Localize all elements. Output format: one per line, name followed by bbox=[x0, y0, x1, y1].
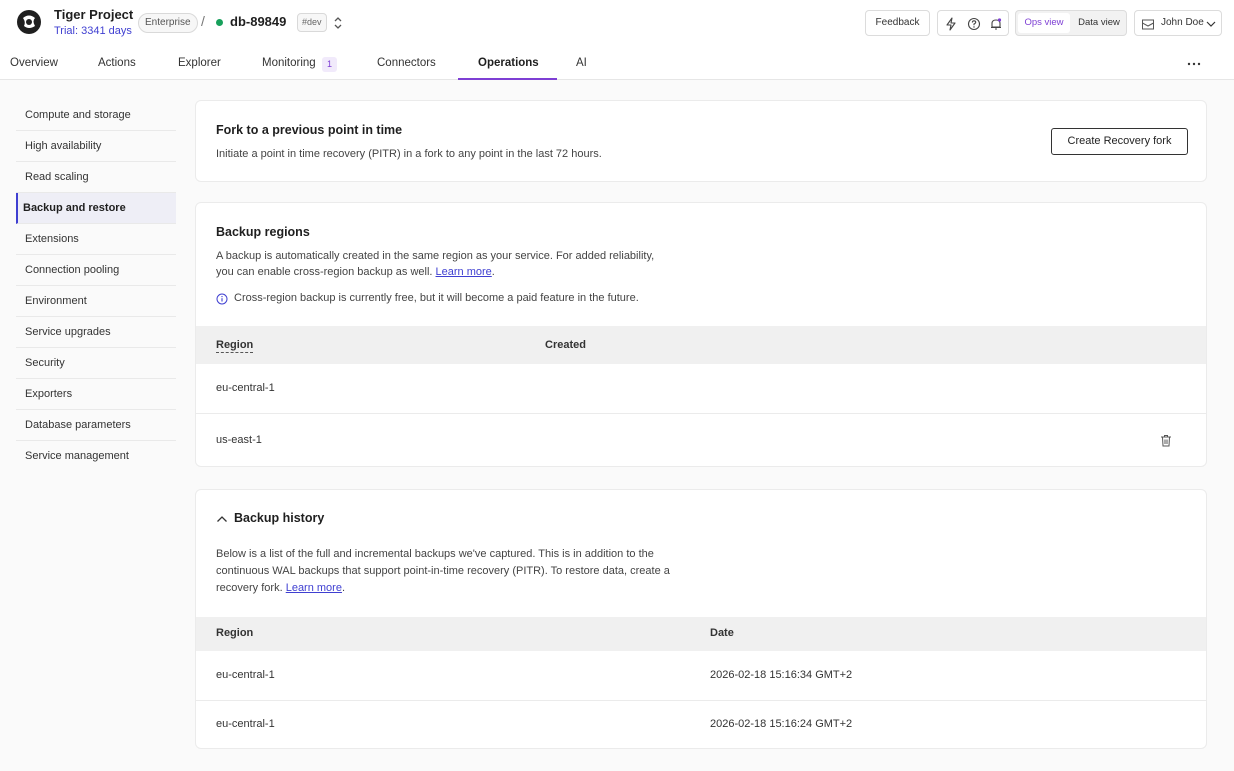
delete-region-trash-icon[interactable] bbox=[1160, 434, 1172, 447]
feedback-button[interactable]: Feedback bbox=[865, 10, 930, 36]
sidebar-item-service-management[interactable]: Service management bbox=[16, 441, 176, 472]
tab-actions[interactable]: Actions bbox=[98, 57, 136, 69]
row-region: eu-central-1 bbox=[216, 382, 275, 394]
sidebar-item-high-availability[interactable]: High availability bbox=[16, 131, 176, 162]
row-date: 2026-02-18 15:16:24 GMT+2 bbox=[710, 718, 853, 730]
tab-operations[interactable]: Operations bbox=[478, 57, 539, 69]
row-region: us-east-1 bbox=[216, 434, 262, 446]
chevron-down-icon bbox=[1206, 21, 1216, 27]
plan-badge: Enterprise bbox=[138, 13, 198, 33]
backup-history-description-line1: Below is a list of the full and incremen… bbox=[216, 548, 654, 560]
sidebar-item-read-scaling[interactable]: Read scaling bbox=[16, 162, 176, 193]
table-row: eu-central-1 2026-02-18 15:16:24 GMT+2 bbox=[196, 701, 1206, 748]
history-table-header: Region Date bbox=[196, 617, 1206, 651]
column-header-region: Region bbox=[216, 627, 254, 639]
sidebar-item-database-parameters[interactable]: Database parameters bbox=[16, 410, 176, 441]
sidebar-item-extensions[interactable]: Extensions bbox=[16, 224, 176, 255]
service-switcher-icon[interactable] bbox=[332, 15, 344, 31]
fork-title: Fork to a previous point in time bbox=[216, 123, 403, 137]
create-recovery-fork-button[interactable]: Create Recovery fork bbox=[1051, 128, 1188, 155]
row-region: eu-central-1 bbox=[216, 669, 275, 681]
sidebar-item-environment[interactable]: Environment bbox=[16, 286, 176, 317]
project-name[interactable]: Tiger Project bbox=[54, 7, 133, 22]
user-name: John Doe bbox=[1161, 17, 1204, 28]
notifications-bell-icon[interactable] bbox=[989, 17, 1003, 31]
backup-regions-description: you can enable cross-region backup as we… bbox=[216, 266, 495, 278]
table-row: eu-central-1 bbox=[196, 364, 1206, 414]
tab-explorer[interactable]: Explorer bbox=[178, 57, 221, 69]
column-header-date: Date bbox=[710, 627, 734, 639]
settings-sidebar: Compute and storage High availability Re… bbox=[16, 100, 176, 472]
tab-connectors[interactable]: Connectors bbox=[377, 57, 436, 69]
view-toggle: Ops view Data view bbox=[1015, 10, 1127, 36]
sidebar-item-backup-and-restore[interactable]: Backup and restore bbox=[16, 193, 176, 224]
tab-ai[interactable]: AI bbox=[576, 57, 587, 69]
row-date: 2026-02-18 15:16:34 GMT+2 bbox=[710, 669, 853, 681]
tab-bar: Overview Actions Explorer Monitoring 1 C… bbox=[0, 46, 1234, 80]
table-row: eu-central-1 2026-02-18 15:16:34 GMT+2 bbox=[196, 651, 1206, 701]
backup-regions-card: Backup regions A backup is automatically… bbox=[195, 202, 1207, 467]
org-icon bbox=[1142, 19, 1154, 30]
top-bar: Tiger Project Trial: 3341 days Enterpris… bbox=[0, 0, 1234, 46]
sidebar-item-connection-pooling[interactable]: Connection pooling bbox=[16, 255, 176, 286]
table-row: us-east-1 bbox=[196, 414, 1206, 466]
sidebar-item-exporters[interactable]: Exporters bbox=[16, 379, 176, 410]
monitoring-count-badge: 1 bbox=[322, 57, 337, 72]
fork-card: Fork to a previous point in time Initiat… bbox=[195, 100, 1207, 182]
backup-history-description: recovery fork. Learn more. bbox=[216, 582, 346, 594]
trial-days[interactable]: Trial: 3341 days bbox=[54, 25, 132, 37]
fork-description: Initiate a point in time recovery (PITR)… bbox=[216, 148, 602, 160]
tab-overview[interactable]: Overview bbox=[10, 57, 58, 69]
row-region: eu-central-1 bbox=[216, 718, 275, 730]
lightning-icon[interactable] bbox=[944, 17, 958, 31]
more-options-icon[interactable] bbox=[1186, 57, 1202, 71]
tab-monitoring[interactable]: Monitoring bbox=[262, 57, 316, 69]
backup-history-description-line3: recovery fork. bbox=[216, 582, 283, 594]
backup-regions-description-line1: A backup is automatically created in the… bbox=[216, 250, 655, 262]
backup-regions-learn-more-link[interactable]: Learn more bbox=[436, 266, 492, 278]
service-name[interactable]: db-89849 bbox=[230, 14, 286, 29]
data-view-toggle[interactable]: Data view bbox=[1072, 13, 1126, 33]
active-tab-indicator bbox=[458, 78, 557, 80]
env-badge: #dev bbox=[297, 13, 327, 32]
header-icon-group bbox=[937, 10, 1009, 36]
sidebar-item-service-upgrades[interactable]: Service upgrades bbox=[16, 317, 176, 348]
service-status-indicator bbox=[216, 19, 223, 26]
sidebar-item-security[interactable]: Security bbox=[16, 348, 176, 379]
regions-table-header: Region Created bbox=[196, 326, 1206, 364]
backup-history-card: Backup history Below is a list of the fu… bbox=[195, 489, 1207, 749]
column-header-created: Created bbox=[545, 339, 586, 351]
backup-history-description-line2: continuous WAL backups that support poin… bbox=[216, 565, 670, 577]
tiger-logo-icon[interactable] bbox=[16, 9, 42, 35]
breadcrumb-separator: / bbox=[201, 13, 205, 29]
backup-history-learn-more-link[interactable]: Learn more bbox=[286, 582, 342, 594]
info-icon bbox=[216, 293, 228, 305]
chevron-up-icon[interactable] bbox=[216, 514, 228, 524]
backup-regions-description-line2: you can enable cross-region backup as we… bbox=[216, 266, 433, 278]
cross-region-info-note: Cross-region backup is currently free, b… bbox=[234, 292, 639, 304]
ops-view-toggle[interactable]: Ops view bbox=[1018, 13, 1070, 33]
sidebar-item-compute-and-storage[interactable]: Compute and storage bbox=[16, 100, 176, 131]
column-header-region[interactable]: Region bbox=[216, 339, 254, 353]
user-menu-button[interactable]: John Doe bbox=[1134, 10, 1222, 36]
help-icon[interactable] bbox=[967, 17, 981, 31]
backup-history-title[interactable]: Backup history bbox=[234, 511, 324, 525]
backup-regions-title: Backup regions bbox=[216, 225, 310, 239]
